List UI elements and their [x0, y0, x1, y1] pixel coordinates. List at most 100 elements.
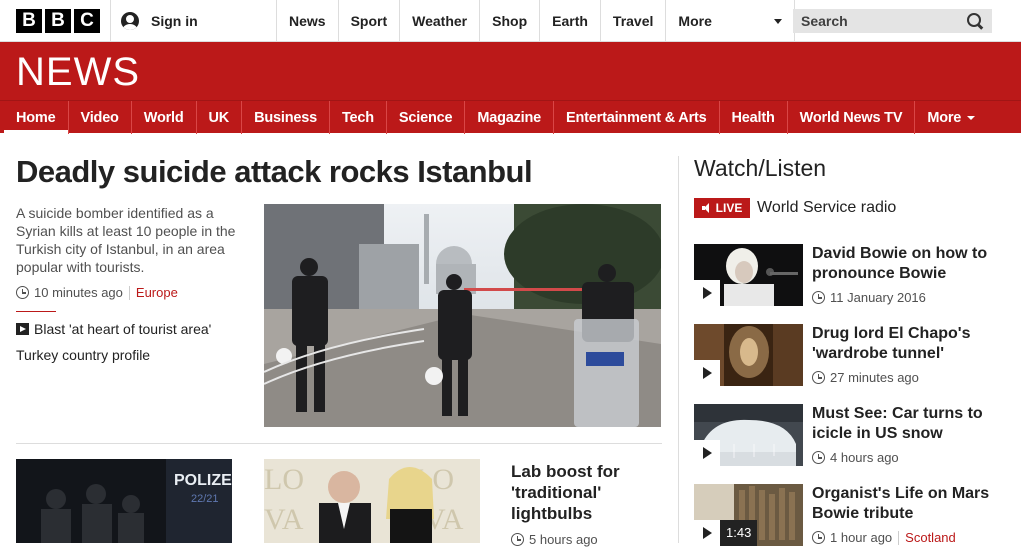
bbc-logo-block: B	[45, 9, 71, 33]
top-nav: News Sport Weather Shop Earth Travel Mor…	[276, 0, 796, 42]
live-radio-link[interactable]: LIVE World Service radio	[694, 198, 896, 218]
section-nav-tech[interactable]: Tech	[330, 101, 387, 134]
watch-item-thumbnail: 1:43	[694, 484, 803, 546]
watch-item-headline: Organist's Life on Mars Bowie tribute	[812, 485, 990, 522]
svg-text:22/21: 22/21	[191, 493, 219, 505]
story-timestamp: 5 hours ago	[529, 532, 598, 547]
couple-red-carpet-photo: LO LO VA VA	[264, 459, 480, 543]
watch-item[interactable]: Drug lord El Chapo's 'wardrobe tunnel' 2…	[694, 324, 1004, 386]
related-link-country-profile[interactable]: Turkey country profile	[16, 347, 150, 363]
svg-text:VA: VA	[264, 503, 304, 536]
search-icon[interactable]	[966, 12, 984, 30]
bbc-logo[interactable]: B B C	[16, 9, 100, 33]
section-nav-uk[interactable]: UK	[197, 101, 243, 134]
story-headline-link[interactable]: Lab boost for 'traditional' lightbulbs	[511, 461, 661, 524]
section-nav: Home Video World UK Business Tech Scienc…	[0, 100, 1021, 134]
speaker-icon	[701, 203, 712, 213]
story-thumbnail-couple[interactable]: LO LO VA VA	[264, 459, 480, 543]
section-nav-world-news-tv[interactable]: World News TV	[788, 101, 916, 134]
clock-icon	[812, 451, 825, 464]
top-nav-shop[interactable]: Shop	[479, 0, 539, 42]
watch-item-meta: 27 minutes ago	[812, 370, 919, 385]
news-masthead: NEWS	[0, 42, 1021, 100]
related-link-blast[interactable]: Blast 'at heart of tourist area'	[16, 321, 211, 337]
column-divider	[678, 156, 679, 543]
section-nav-entertainment-arts[interactable]: Entertainment & Arts	[554, 101, 720, 134]
svg-text:POLIZEI: POLIZEI	[174, 472, 232, 489]
search-input[interactable]: Search	[793, 9, 992, 33]
watch-item-timestamp: 27 minutes ago	[830, 370, 919, 385]
watch-item[interactable]: 1:43 Organist's Life on Mars Bowie tribu…	[694, 484, 1004, 546]
top-nav-weather[interactable]: Weather	[399, 0, 479, 42]
police-at-scene-photo	[264, 204, 661, 427]
live-badge-label: LIVE	[715, 201, 743, 215]
story-meta: 5 hours ago	[511, 532, 598, 547]
watch-item-thumbnail	[694, 404, 803, 466]
clock-icon	[812, 531, 825, 544]
lead-meta: 10 minutes ago Europe	[16, 285, 178, 300]
play-icon	[694, 280, 720, 306]
section-nav-world[interactable]: World	[132, 101, 197, 134]
top-nav-travel[interactable]: Travel	[599, 0, 665, 42]
top-nav-more-label: More	[678, 13, 712, 29]
lead-image[interactable]	[264, 204, 661, 427]
watch-item-thumbnail	[694, 324, 803, 386]
watch-item-headline: David Bowie on how to pronounce Bowie	[812, 245, 988, 282]
section-nav-science[interactable]: Science	[387, 101, 466, 134]
watch-item-meta: 11 January 2016	[812, 290, 926, 305]
police-crowd-photo: POLIZEI 22/21	[16, 459, 232, 543]
related-link-label: Blast 'at heart of tourist area'	[34, 321, 212, 337]
top-nav-more-button[interactable]: More	[665, 0, 796, 42]
svg-text:LO: LO	[264, 463, 304, 496]
sign-in-label: Sign in	[151, 13, 198, 29]
meta-separator	[898, 530, 900, 545]
top-nav-news[interactable]: News	[276, 0, 338, 42]
watch-item-timestamp: 11 January 2016	[830, 290, 926, 305]
bbc-logo-block: B	[16, 9, 42, 33]
bbc-logo-block: C	[74, 9, 100, 33]
clock-icon	[16, 286, 29, 299]
watch-listen-heading: Watch/Listen	[694, 155, 827, 181]
lead-summary: A suicide bomber identified as a Syrian …	[16, 205, 236, 275]
lead-headline-link[interactable]: Deadly suicide attack rocks Istanbul	[16, 154, 533, 190]
section-divider	[16, 443, 662, 444]
section-nav-home[interactable]: Home	[4, 101, 69, 134]
watch-item-headline: Drug lord El Chapo's 'wardrobe tunnel'	[812, 325, 971, 362]
clock-icon	[812, 371, 825, 384]
section-nav-business[interactable]: Business	[242, 101, 330, 134]
play-icon	[694, 360, 720, 386]
watch-item-meta: 4 hours ago	[812, 450, 899, 465]
video-duration: 1:43	[720, 520, 758, 546]
section-nav-magazine[interactable]: Magazine	[465, 101, 555, 134]
search-placeholder: Search	[801, 13, 848, 29]
caret-down-icon	[774, 18, 783, 24]
clock-icon	[511, 533, 524, 546]
lead-timestamp: 10 minutes ago	[34, 285, 123, 300]
related-divider	[16, 311, 56, 312]
meta-separator	[128, 285, 130, 300]
play-icon	[694, 440, 720, 466]
clock-icon	[812, 291, 825, 304]
video-play-icon	[16, 323, 29, 335]
section-nav-video[interactable]: Video	[69, 101, 132, 134]
news-logo[interactable]: NEWS	[16, 50, 140, 95]
story-thumbnail-police[interactable]: POLIZEI 22/21	[16, 459, 232, 543]
section-nav-more-button[interactable]: More	[915, 101, 987, 134]
section-nav-health[interactable]: Health	[720, 101, 788, 134]
caret-down-icon	[967, 115, 976, 120]
watch-item[interactable]: David Bowie on how to pronounce Bowie 11…	[694, 244, 1004, 306]
sign-in-link[interactable]: Sign in	[110, 0, 276, 42]
watch-item-thumbnail	[694, 244, 803, 306]
watch-item[interactable]: Must See: Car turns to icicle in US snow…	[694, 404, 1004, 466]
top-nav-earth[interactable]: Earth	[539, 0, 600, 42]
lead-section-tag[interactable]: Europe	[136, 285, 178, 300]
watch-item-headline: Must See: Car turns to icicle in US snow	[812, 405, 983, 442]
global-navigation-bar: B B C Sign in News Sport Weather Shop Ea…	[0, 0, 1021, 42]
live-radio-label: World Service radio	[757, 199, 897, 216]
user-icon	[121, 12, 139, 30]
section-nav-more-label: More	[927, 109, 962, 126]
live-badge: LIVE	[694, 198, 750, 218]
play-icon	[694, 520, 720, 546]
watch-item-timestamp: 4 hours ago	[830, 450, 899, 465]
top-nav-sport[interactable]: Sport	[337, 0, 400, 42]
